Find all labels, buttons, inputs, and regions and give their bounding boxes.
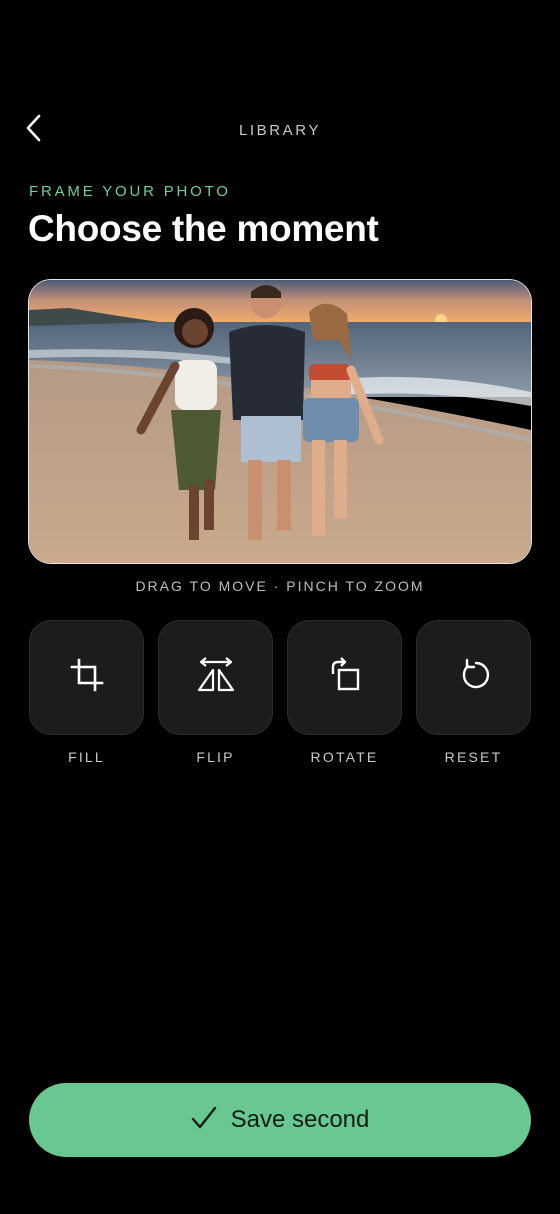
beach-photo bbox=[29, 280, 531, 563]
save-button[interactable]: Save second bbox=[29, 1083, 531, 1157]
checkmark-icon bbox=[191, 1106, 217, 1135]
photo-crop-area[interactable] bbox=[29, 280, 531, 563]
reset-button[interactable]: RESET bbox=[416, 620, 531, 765]
page-title: Choose the moment bbox=[28, 208, 379, 249]
rotate-icon bbox=[327, 657, 363, 698]
gesture-hint: DRAG TO MOVE · PINCH TO ZOOM bbox=[135, 578, 425, 594]
fill-tile[interactable] bbox=[29, 620, 144, 735]
flip-button[interactable]: FLIP bbox=[158, 620, 273, 765]
flip-icon bbox=[196, 657, 236, 698]
reset-icon bbox=[456, 657, 492, 698]
save-label: Save second bbox=[230, 1106, 370, 1133]
rotate-tile[interactable] bbox=[287, 620, 402, 735]
reset-label: RESET bbox=[444, 749, 503, 765]
rotate-label: ROTATE bbox=[310, 749, 379, 765]
tool-row: FILL FLIP ROTATE RESET bbox=[29, 620, 531, 765]
rotate-button[interactable]: ROTATE bbox=[287, 620, 402, 765]
section-eyebrow: FRAME YOUR PHOTO bbox=[29, 183, 231, 200]
flip-label: FLIP bbox=[196, 749, 235, 765]
fill-button[interactable]: FILL bbox=[29, 620, 144, 765]
flip-tile[interactable] bbox=[158, 620, 273, 735]
reset-tile[interactable] bbox=[416, 620, 531, 735]
fill-label: FILL bbox=[68, 749, 105, 765]
nav-title: LIBRARY bbox=[238, 122, 322, 139]
crop-icon bbox=[69, 657, 105, 698]
